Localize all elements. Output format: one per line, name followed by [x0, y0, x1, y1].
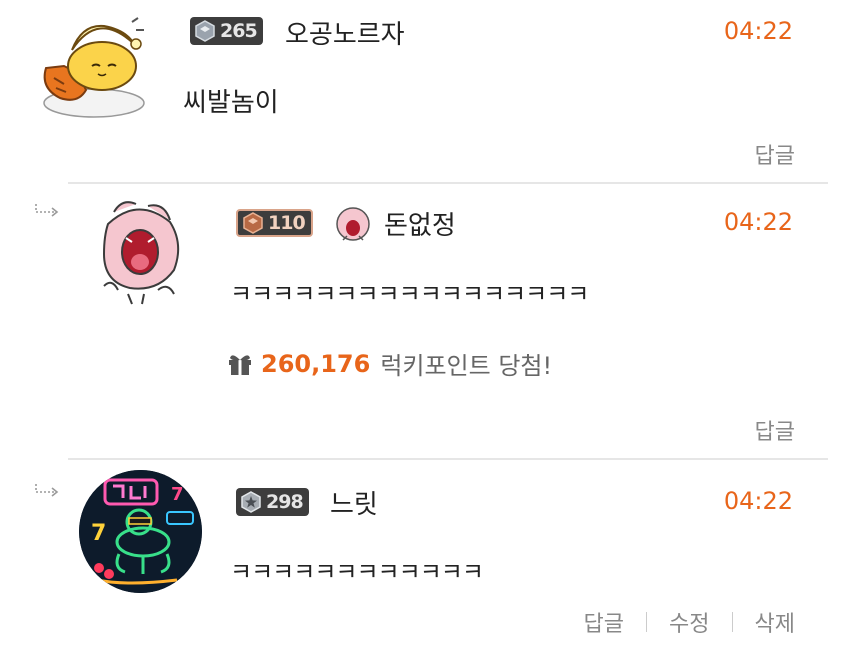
reply-arrow-icon — [35, 484, 59, 497]
avatar[interactable] — [88, 194, 188, 309]
comment-actions: 답글 수정 삭제 — [584, 606, 795, 638]
reply-button[interactable]: 답글 — [755, 138, 795, 170]
level-shield-icon — [243, 212, 263, 234]
delete-button[interactable]: 삭제 — [755, 606, 795, 638]
lucky-points-label: 럭키포인트 당첨! — [380, 352, 553, 380]
nickname[interactable]: 돈없정 — [384, 205, 456, 242]
lucky-points-value: 260,176 — [261, 349, 371, 378]
comment-actions: 답글 — [755, 414, 795, 446]
reply-button[interactable]: 답글 — [584, 606, 624, 638]
neon-turtle-avatar-icon: 7 7 — [79, 470, 202, 593]
level-badge: 298 — [236, 488, 309, 516]
level-shield-icon — [195, 20, 215, 42]
comment-item: 110 돈없정 04:22 ㅋㅋㅋㅋㅋㅋㅋㅋㅋㅋㅋㅋㅋㅋㅋㅋㅋ 260,176 … — [0, 184, 850, 458]
level-number: 265 — [220, 20, 258, 42]
comment-item: 265 오공노르자 04:22 씨발놈이 답글 — [0, 0, 850, 182]
comment-text: ㅋㅋㅋㅋㅋㅋㅋㅋㅋㅋㅋㅋ — [230, 558, 484, 586]
comment-text: ㅋㅋㅋㅋㅋㅋㅋㅋㅋㅋㅋㅋㅋㅋㅋㅋㅋ — [230, 280, 589, 308]
reply-arrow-icon — [35, 204, 59, 217]
avatar[interactable]: 7 7 — [79, 470, 202, 593]
svg-text:7: 7 — [91, 521, 106, 546]
action-separator — [646, 612, 648, 632]
nickname[interactable]: 느릿 — [330, 484, 378, 521]
character-emoticon-icon — [336, 207, 370, 241]
action-separator — [731, 612, 733, 632]
comment-time: 04:22 — [723, 487, 793, 515]
svg-text:7: 7 — [171, 484, 184, 505]
lucky-point-notice: 260,176 럭키포인트 당첨! — [227, 346, 552, 381]
comment-time: 04:22 — [723, 208, 793, 236]
comment-item: 7 7 298 느릿 04:22 ㅋㅋㅋㅋㅋㅋㅋㅋㅋㅋㅋㅋ 답글 수정 삭제 — [0, 460, 850, 651]
comment-actions: 답글 — [755, 138, 795, 170]
avatar[interactable] — [32, 8, 152, 123]
level-number: 110 — [268, 212, 306, 234]
nickname[interactable]: 오공노르자 — [285, 14, 405, 51]
comment-time: 04:22 — [723, 17, 793, 45]
level-number: 298 — [266, 491, 304, 513]
gudetama-sticker-icon — [43, 17, 145, 118]
gift-icon — [229, 354, 251, 375]
screaming-character-icon — [102, 201, 180, 305]
reply-button[interactable]: 답글 — [755, 414, 795, 446]
comment-text: 씨발놈이 — [183, 88, 279, 118]
edit-button[interactable]: 수정 — [669, 606, 709, 638]
level-badge: 110 — [236, 209, 313, 237]
level-star-icon — [241, 491, 261, 513]
level-badge: 265 — [190, 17, 263, 45]
